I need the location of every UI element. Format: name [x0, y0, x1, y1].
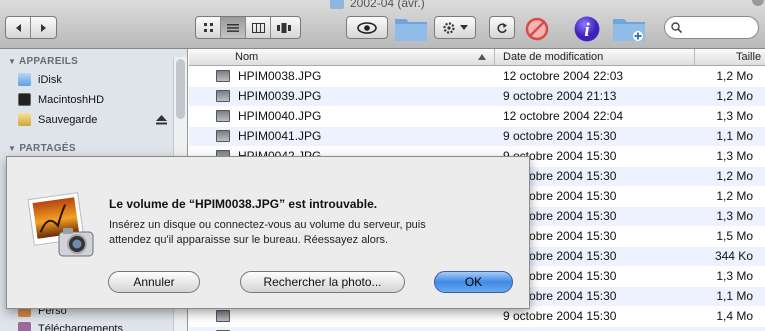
cell-date: 9 octobre 2004 15:30	[503, 309, 617, 323]
table-row[interactable]: HPIM0040.JPG 12 octobre 2004 22:04 1,3 Mo	[189, 107, 765, 126]
column-header-date[interactable]: Date de modification	[495, 49, 695, 66]
disclosure-triangle-icon[interactable]: ▼	[8, 57, 16, 66]
cell-date: 9 octobre 2004 21:13	[503, 89, 617, 103]
finder-window: 2002-04 (avr.) i ▼ APPAREILS iDisk Macin…	[0, 0, 765, 331]
info-icon[interactable]: i	[573, 15, 601, 43]
sidebar-item-downloads[interactable]: Téléchargements	[18, 322, 123, 331]
toolbar: 2002-04 (avr.) i	[0, 0, 765, 49]
cell-size: 1,4 Mo	[716, 309, 753, 323]
cell-date: 12 octobre 2004 22:04	[503, 109, 624, 123]
chevron-down-icon	[460, 24, 468, 30]
list-view-icon	[227, 23, 239, 32]
list-view-button[interactable]	[221, 17, 246, 38]
toolbar-toggle-button[interactable]	[752, 0, 764, 6]
cell-size: 1,3 Mo	[716, 209, 753, 223]
cell-size: 1,1 Mo	[716, 129, 753, 143]
cell-name: HPIM0040.JPG	[238, 109, 322, 123]
back-button[interactable]	[6, 17, 31, 38]
cell-date: 12 octobre 2004 22:03	[503, 69, 624, 83]
dialog-message: Insérez un disque ou connectez-vous au v…	[109, 219, 426, 246]
svg-text:i: i	[584, 20, 590, 41]
cell-name: HPIM0038.JPG	[238, 69, 322, 83]
icon-view-button[interactable]	[196, 17, 221, 38]
table-row[interactable]: HPIM0039.JPG 9 octobre 2004 21:13 1,2 Mo	[189, 87, 765, 106]
delete-icon[interactable]	[525, 17, 549, 41]
image-file-icon	[216, 70, 230, 82]
harddrive-icon	[18, 93, 31, 106]
cell-size: 1,2 Mo	[716, 169, 753, 183]
image-file-icon	[216, 110, 230, 122]
idisk-icon	[18, 73, 31, 86]
cell-size: 1,1 Mo	[716, 289, 753, 303]
locate-photo-button[interactable]: Rechercher la photo...	[240, 271, 405, 293]
search-icon	[671, 22, 682, 33]
cell-name: HPIM0039.JPG	[238, 89, 322, 103]
image-file-icon	[216, 310, 230, 322]
ok-button[interactable]: OK	[434, 271, 513, 293]
folder-icon	[395, 19, 427, 41]
cell-size: 1,1 Mo	[716, 327, 753, 331]
new-folder-icon[interactable]	[612, 14, 646, 42]
cancel-button[interactable]: Annuler	[108, 271, 200, 293]
chevron-right-icon	[41, 23, 46, 32]
eye-icon	[357, 21, 377, 34]
table-row[interactable]: HPIM0038.JPG 12 octobre 2004 22:03 1,2 Mo	[189, 67, 765, 86]
coverflow-view-icon	[276, 22, 291, 33]
icon-view-icon	[203, 23, 213, 32]
view-mode-control	[195, 16, 301, 39]
cell-size: 1,3 Mo	[716, 269, 753, 283]
refresh-icon	[497, 22, 507, 33]
dialog-title: Le volume de “HPIM0038.JPG” est introuva…	[109, 197, 378, 211]
cell-size: 1,2 Mo	[716, 69, 753, 83]
sidebar-section-shared: ▼ PARTAGÉS	[8, 143, 76, 154]
list-header: Nom Date de modification Taille	[189, 49, 765, 66]
gear-icon	[443, 21, 455, 34]
window-title: 2002-04 (avr.)	[330, 0, 425, 10]
sidebar-scroll-thumb[interactable]	[176, 59, 185, 119]
cell-date: 9 octobre 2004 15:30	[503, 129, 617, 143]
alert-dialog: Le volume de “HPIM0038.JPG” est introuva…	[6, 156, 530, 309]
sort-ascending-icon	[478, 54, 486, 60]
sidebar-item-idisk[interactable]: iDisk	[18, 73, 62, 86]
table-row[interactable]: 9 octobre 2004 15:30 1,4 Mo	[189, 307, 765, 326]
sidebar-item-sauvegarde[interactable]: Sauvegarde	[18, 113, 97, 126]
cell-size: 1,5 Mo	[716, 229, 753, 243]
table-row[interactable]: HPIM0041.JPG 9 octobre 2004 15:30 1,1 Mo	[189, 127, 765, 146]
back-forward-control	[5, 16, 57, 39]
table-row[interactable]: 9 octobre 2004 15:30 1,1 Mo	[189, 327, 765, 331]
downloads-icon	[18, 322, 31, 331]
column-view-icon	[251, 22, 265, 33]
image-file-icon	[216, 90, 230, 102]
sidebar-section-devices: ▼ APPAREILS	[8, 56, 79, 67]
coverflow-view-button[interactable]	[271, 17, 296, 38]
column-view-button[interactable]	[246, 17, 271, 38]
quicklook-button[interactable]	[346, 16, 388, 39]
cell-name: HPIM0041.JPG	[238, 129, 322, 143]
cell-size: 1,3 Mo	[716, 109, 753, 123]
cell-size: 344 Ko	[714, 249, 753, 263]
column-header-size[interactable]: Taille	[695, 49, 765, 66]
action-menu-button[interactable]	[434, 16, 476, 39]
forward-button[interactable]	[31, 17, 56, 38]
sidebar-item-macintoshhd[interactable]: MacintoshHD	[18, 93, 104, 106]
refresh-button[interactable]	[489, 16, 515, 39]
cell-size: 1,2 Mo	[716, 189, 753, 203]
search-field[interactable]	[664, 16, 759, 39]
eject-icon[interactable]	[156, 115, 167, 125]
disclosure-triangle-icon[interactable]: ▼	[8, 144, 16, 153]
external-drive-icon	[18, 113, 31, 126]
cell-date: 9 octobre 2004 15:30	[503, 327, 616, 331]
column-header-name[interactable]: Nom	[189, 49, 495, 66]
folder-icon	[330, 0, 344, 9]
cell-size: 1,2 Mo	[716, 89, 753, 103]
cell-size: 1,3 Mo	[716, 149, 753, 163]
iphoto-icon	[27, 192, 94, 257]
image-file-icon	[216, 130, 230, 142]
chevron-left-icon	[15, 23, 21, 32]
